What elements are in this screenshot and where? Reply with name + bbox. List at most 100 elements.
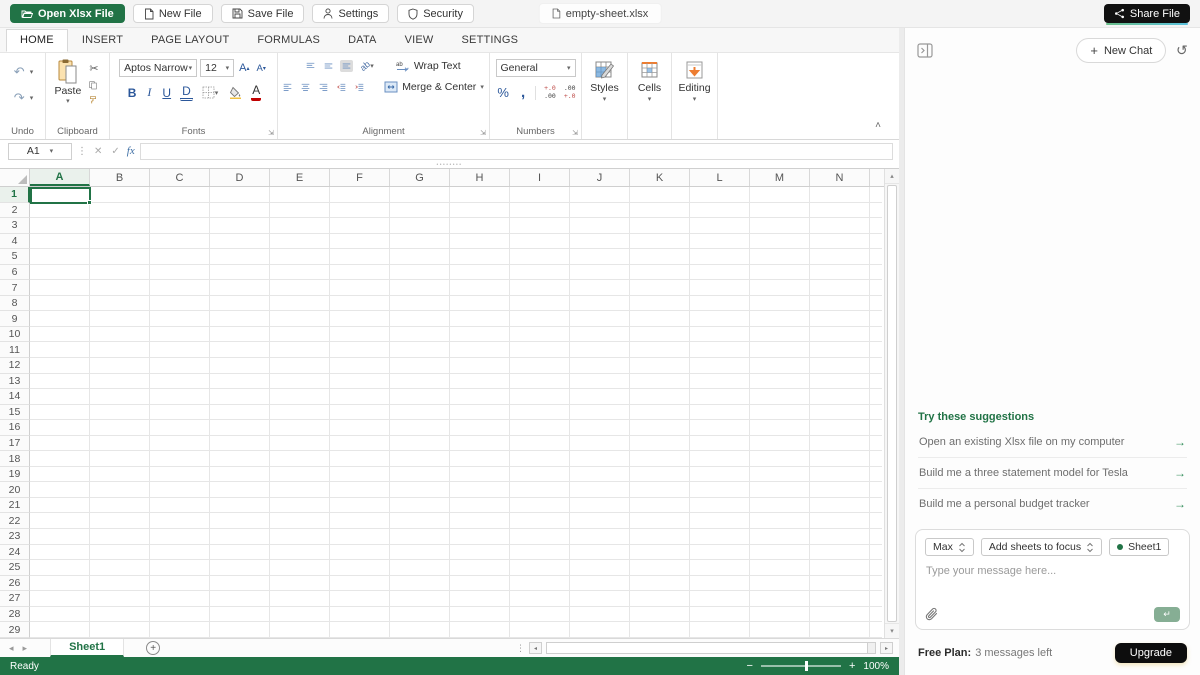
increase-indent-icon[interactable] (353, 81, 366, 93)
column-header-L[interactable]: L (690, 169, 750, 186)
cell-M8[interactable] (750, 296, 810, 312)
cell-F1[interactable] (330, 187, 390, 203)
cell-E6[interactable] (270, 265, 330, 281)
zoom-out-button[interactable]: − (747, 660, 753, 672)
cell-A1[interactable] (30, 187, 90, 203)
cell-partial-21[interactable] (870, 498, 882, 514)
cell-K7[interactable] (630, 280, 690, 296)
cell-J11[interactable] (570, 342, 630, 358)
cell-E16[interactable] (270, 420, 330, 436)
row-header-7[interactable]: 7 (0, 280, 30, 296)
cell-H6[interactable] (450, 265, 510, 281)
cell-K11[interactable] (630, 342, 690, 358)
cell-B11[interactable] (90, 342, 150, 358)
zoom-in-button[interactable]: + (849, 660, 855, 672)
cell-N10[interactable] (810, 327, 870, 343)
cell-partial-9[interactable] (870, 311, 882, 327)
column-header-M[interactable]: M (750, 169, 810, 186)
increase-decimal-button[interactable]: +.0.00 (544, 85, 556, 99)
cell-G27[interactable] (390, 591, 450, 607)
align-left-icon[interactable] (281, 81, 294, 93)
cell-K14[interactable] (630, 389, 690, 405)
cell-N12[interactable] (810, 358, 870, 374)
cell-F26[interactable] (330, 576, 390, 592)
cell-J18[interactable] (570, 451, 630, 467)
add-sheet-button[interactable]: + (146, 641, 160, 655)
cell-N14[interactable] (810, 389, 870, 405)
cell-C4[interactable] (150, 234, 210, 250)
wrap-text-button[interactable]: ab Wrap Text (394, 59, 463, 73)
column-header-F[interactable]: F (330, 169, 390, 186)
cell-M24[interactable] (750, 545, 810, 561)
cell-C29[interactable] (150, 622, 210, 638)
confirm-entry-icon[interactable]: ✓ (109, 146, 121, 157)
fonts-dialog-launcher-icon[interactable]: ⇲ (268, 129, 274, 137)
cell-E12[interactable] (270, 358, 330, 374)
cell-L12[interactable] (690, 358, 750, 374)
cell-C2[interactable] (150, 203, 210, 219)
hscroll-resize-handle[interactable]: ⋮ (516, 643, 525, 654)
cell-K5[interactable] (630, 249, 690, 265)
tab-settings[interactable]: SETTINGS (448, 29, 533, 52)
cell-L15[interactable] (690, 405, 750, 421)
cell-F17[interactable] (330, 436, 390, 452)
cell-H18[interactable] (450, 451, 510, 467)
row-header-3[interactable]: 3 (0, 218, 30, 234)
settings-button[interactable]: Settings (312, 4, 389, 23)
row-header-14[interactable]: 14 (0, 389, 30, 405)
cell-C6[interactable] (150, 265, 210, 281)
cell-partial-10[interactable] (870, 327, 882, 343)
cell-D25[interactable] (210, 560, 270, 576)
cell-B2[interactable] (90, 203, 150, 219)
cell-B14[interactable] (90, 389, 150, 405)
horizontal-scroll-thumb[interactable] (547, 643, 868, 653)
cell-J9[interactable] (570, 311, 630, 327)
cell-A2[interactable] (30, 203, 90, 219)
cell-G10[interactable] (390, 327, 450, 343)
send-button[interactable]: ↵ (1154, 607, 1180, 622)
cell-L9[interactable] (690, 311, 750, 327)
cell-G25[interactable] (390, 560, 450, 576)
cell-K17[interactable] (630, 436, 690, 452)
align-bottom-icon[interactable] (340, 60, 353, 72)
row-header-2[interactable]: 2 (0, 203, 30, 219)
cell-G29[interactable] (390, 622, 450, 638)
cell-I18[interactable] (510, 451, 570, 467)
cell-B8[interactable] (90, 296, 150, 312)
cell-L2[interactable] (690, 203, 750, 219)
cell-A17[interactable] (30, 436, 90, 452)
cell-A13[interactable] (30, 374, 90, 390)
cell-M1[interactable] (750, 187, 810, 203)
fill-color-button[interactable] (227, 85, 244, 100)
cell-B21[interactable] (90, 498, 150, 514)
cell-C20[interactable] (150, 482, 210, 498)
cell-L10[interactable] (690, 327, 750, 343)
row-header-24[interactable]: 24 (0, 545, 30, 561)
cell-B17[interactable] (90, 436, 150, 452)
cell-J10[interactable] (570, 327, 630, 343)
cell-M10[interactable] (750, 327, 810, 343)
cell-C16[interactable] (150, 420, 210, 436)
cell-F9[interactable] (330, 311, 390, 327)
cell-L1[interactable] (690, 187, 750, 203)
row-header-1[interactable]: 1 (0, 187, 30, 203)
cell-K2[interactable] (630, 203, 690, 219)
focused-sheet-chip[interactable]: Sheet1 (1109, 538, 1169, 556)
row-header-21[interactable]: 21 (0, 498, 30, 514)
cell-F25[interactable] (330, 560, 390, 576)
cell-E10[interactable] (270, 327, 330, 343)
cell-H15[interactable] (450, 405, 510, 421)
cell-J25[interactable] (570, 560, 630, 576)
cell-G15[interactable] (390, 405, 450, 421)
history-icon[interactable]: ↻ (1176, 42, 1188, 59)
scroll-right-icon[interactable]: ▸ (880, 642, 893, 654)
cell-H4[interactable] (450, 234, 510, 250)
cell-C21[interactable] (150, 498, 210, 514)
cell-M16[interactable] (750, 420, 810, 436)
tab-view[interactable]: VIEW (391, 29, 448, 52)
column-header-N[interactable]: N (810, 169, 870, 186)
redo-dropdown-icon[interactable]: ▾ (30, 94, 34, 102)
cell-B28[interactable] (90, 607, 150, 623)
cell-K29[interactable] (630, 622, 690, 638)
cell-B10[interactable] (90, 327, 150, 343)
